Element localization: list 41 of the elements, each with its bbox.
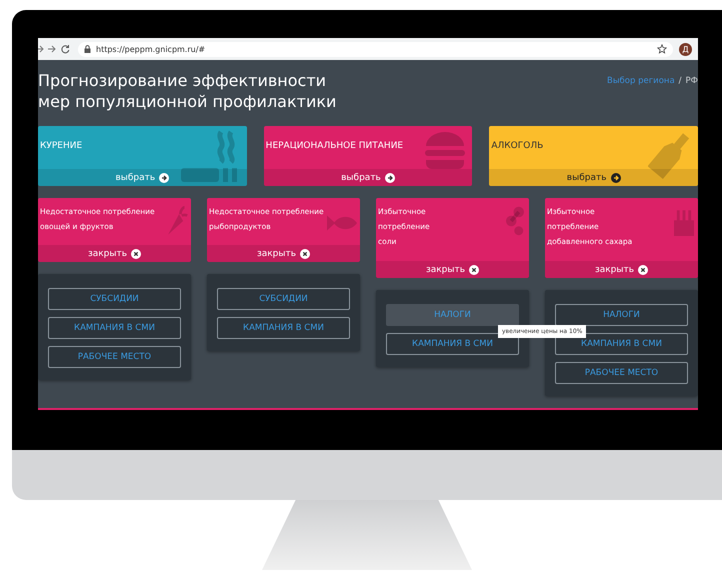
measure-button[interactable]: КАМПАНИЯ В СМИ (48, 317, 181, 339)
measure-button[interactable]: НАЛОГИ (555, 304, 688, 326)
category-card[interactable]: НЕРАЦИОНАЛЬНОЕ ПИТАНИЕ выбрать (264, 126, 472, 186)
molecule-icon (504, 206, 526, 236)
measure-button[interactable]: СУБСИДИИ (48, 288, 181, 310)
breadcrumb-separator: / (678, 76, 682, 86)
measure-button[interactable]: СУБСИДИИ (217, 288, 350, 310)
address-bar[interactable]: https://peppm.gnicpm.ru/# (78, 42, 673, 56)
close-button[interactable]: закрыть (545, 261, 698, 278)
close-icon (131, 248, 142, 258)
select-button[interactable]: выбрать (38, 169, 247, 186)
measure-button[interactable]: КАМПАНИЯ В СМИ (217, 317, 350, 339)
close-button[interactable]: закрыть (38, 245, 191, 262)
navigation-icons[interactable] (38, 44, 72, 54)
close-icon (469, 264, 480, 274)
breadcrumb-link[interactable]: Выбор региона (607, 76, 675, 86)
breadcrumb-current: РФ (686, 76, 698, 86)
carrot-icon (166, 206, 188, 236)
page-title: Прогнозирование эффективности мер популяционной профилактики (38, 70, 338, 112)
arrow-circle-icon (610, 172, 621, 182)
measure-button[interactable]: РАБОЧЕЕ МЕСТО (48, 346, 181, 368)
category-card[interactable]: АЛКОГОЛЬ выбрать (489, 126, 698, 186)
arrow-circle-icon (159, 172, 170, 182)
close-icon (638, 264, 648, 274)
measure-button[interactable]: НАЛОГИ (386, 304, 519, 326)
measure-button[interactable]: РАБОЧЕЕ МЕСТО (555, 362, 688, 384)
close-button[interactable]: закрыть (207, 245, 360, 262)
close-icon (300, 248, 310, 258)
fish-icon (327, 214, 357, 232)
category-card[interactable]: КУРЕНИЕ выбрать (38, 126, 247, 186)
lock-icon (84, 45, 91, 53)
category-label: НЕРАЦИОНАЛЬНОЕ ПИТАНИЕ (266, 141, 404, 151)
category-label: КУРЕНИЕ (40, 141, 82, 151)
measure-button[interactable]: КАМПАНИЯ В СМИ (555, 333, 688, 355)
measure-button[interactable]: КАМПАНИЯ В СМИ (386, 333, 519, 355)
burger-icon (424, 130, 466, 170)
profile-avatar[interactable]: Д (679, 42, 692, 56)
close-button[interactable]: закрыть (376, 261, 529, 278)
star-icon[interactable] (657, 44, 667, 54)
arrow-circle-icon (384, 172, 395, 182)
category-label: АЛКОГОЛЬ (491, 141, 544, 151)
